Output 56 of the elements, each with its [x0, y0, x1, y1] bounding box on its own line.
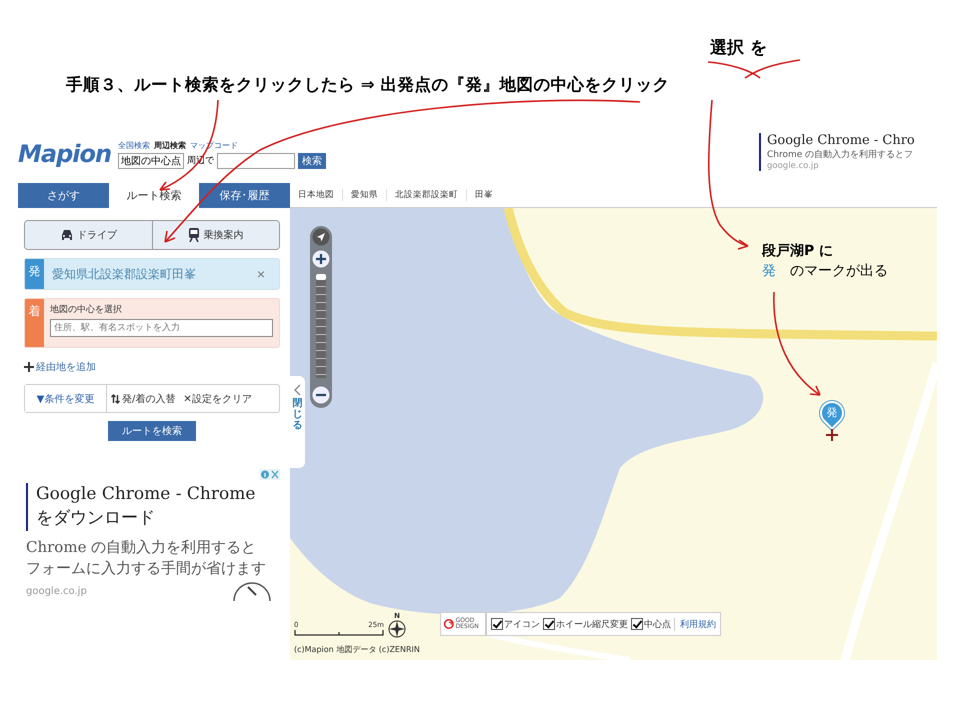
option-button[interactable]: ▼条件を変更 [25, 385, 107, 412]
option-label[interactable]: ホイール縮尺変更 [556, 618, 628, 630]
checkbox[interactable] [543, 618, 555, 630]
annotation-title: 手順３、ルート検索をクリックしたら ⇒ 出発点の『発』地図の中心をクリック [66, 74, 670, 96]
place-field[interactable]: 地図の中心点 [118, 152, 184, 168]
mapion-logo[interactable]: Mapion [18, 140, 110, 168]
checkbox[interactable] [631, 618, 643, 630]
zoom-in-icon[interactable] [312, 250, 330, 268]
copyright-text: (c)Mapion 地図データ (c)ZENRIN [294, 644, 421, 655]
origin-value: 愛知県北設楽郡設楽町田峯 [51, 266, 197, 282]
annotation-note: 段戸湖P に 発 のマークが出る [762, 242, 888, 281]
annotation-note: 選択 を [710, 37, 767, 59]
locate-icon[interactable] [312, 228, 330, 246]
zoom-thumb[interactable] [316, 274, 326, 280]
option-label[interactable]: 中心点 [644, 618, 671, 630]
good-design-icon [444, 616, 454, 632]
checkbox[interactable] [491, 618, 503, 630]
origin-field[interactable]: 発 愛知県北設楽郡設楽町田峯 × [24, 258, 280, 290]
train-icon [188, 228, 200, 242]
ad-text: Chrome の自動入力を利用するとフ [767, 148, 914, 161]
ad-panel[interactable]: Google Chrome - Chrome をダウンロード Chrome の自動入力を利用するとフォームに入力する手間が省けます google.co.jp [26, 469, 290, 604]
ad-text: Chrome の自動入力を利用するとフォームに入力する手間が省けます [26, 536, 267, 580]
add-waypoint-link[interactable]: 経由地を追加 [24, 360, 280, 374]
route-mode-button[interactable]: 乗換案内 [152, 221, 279, 249]
destination-badge: 着 [25, 299, 44, 347]
ad-url: google.co.jp [26, 586, 87, 600]
origin-badge: 発 [25, 259, 44, 289]
zoom-out-icon[interactable] [312, 386, 330, 404]
keyword-field[interactable] [217, 152, 295, 168]
ad-banner[interactable]: Google Chrome - Chro Chrome の自動入力を利用するとフ google.co.jp [759, 133, 937, 171]
breadcrumb-link[interactable]: 日本地図 [290, 189, 343, 201]
search-mode-link[interactable]: 全国検索 [118, 140, 150, 150]
chevron-left-icon [294, 384, 301, 396]
ad-title[interactable]: Google Chrome - Chrome をダウンロード [26, 483, 276, 531]
crosshair-icon [826, 429, 838, 441]
close-panel-tab[interactable]: 閉じる [290, 376, 305, 468]
car-icon [60, 229, 74, 241]
breadcrumb-link[interactable]: 田峯 [467, 189, 501, 201]
terms-link[interactable]: 利用規約 [674, 618, 716, 630]
route-mode-button[interactable]: ドライブ [25, 221, 152, 249]
breadcrumb-link[interactable]: 北設楽郡設楽町 [387, 189, 467, 201]
zoom-slider[interactable] [316, 274, 326, 378]
plus-icon [24, 362, 34, 372]
search-mode-link[interactable]: 周辺検索 [154, 140, 186, 150]
breadcrumb-link[interactable]: 愛知県 [343, 189, 387, 201]
ad-url: google.co.jp [767, 161, 820, 171]
search-button[interactable]: 検索 [298, 152, 326, 168]
swap-icon [111, 394, 120, 404]
compass-icon [388, 620, 406, 638]
ad-title[interactable]: Google Chrome - Chro [767, 133, 937, 148]
option-label[interactable]: アイコン [504, 618, 540, 630]
search-route-button[interactable]: ルートを検索 [108, 421, 196, 441]
tab[interactable]: ルート検索 [108, 183, 200, 208]
destination-input[interactable]: 住所、駅、有名スポットを入力 [50, 319, 273, 337]
clear-button[interactable]: × [250, 265, 271, 283]
destination-label: 地図の中心を選択 [50, 304, 123, 316]
